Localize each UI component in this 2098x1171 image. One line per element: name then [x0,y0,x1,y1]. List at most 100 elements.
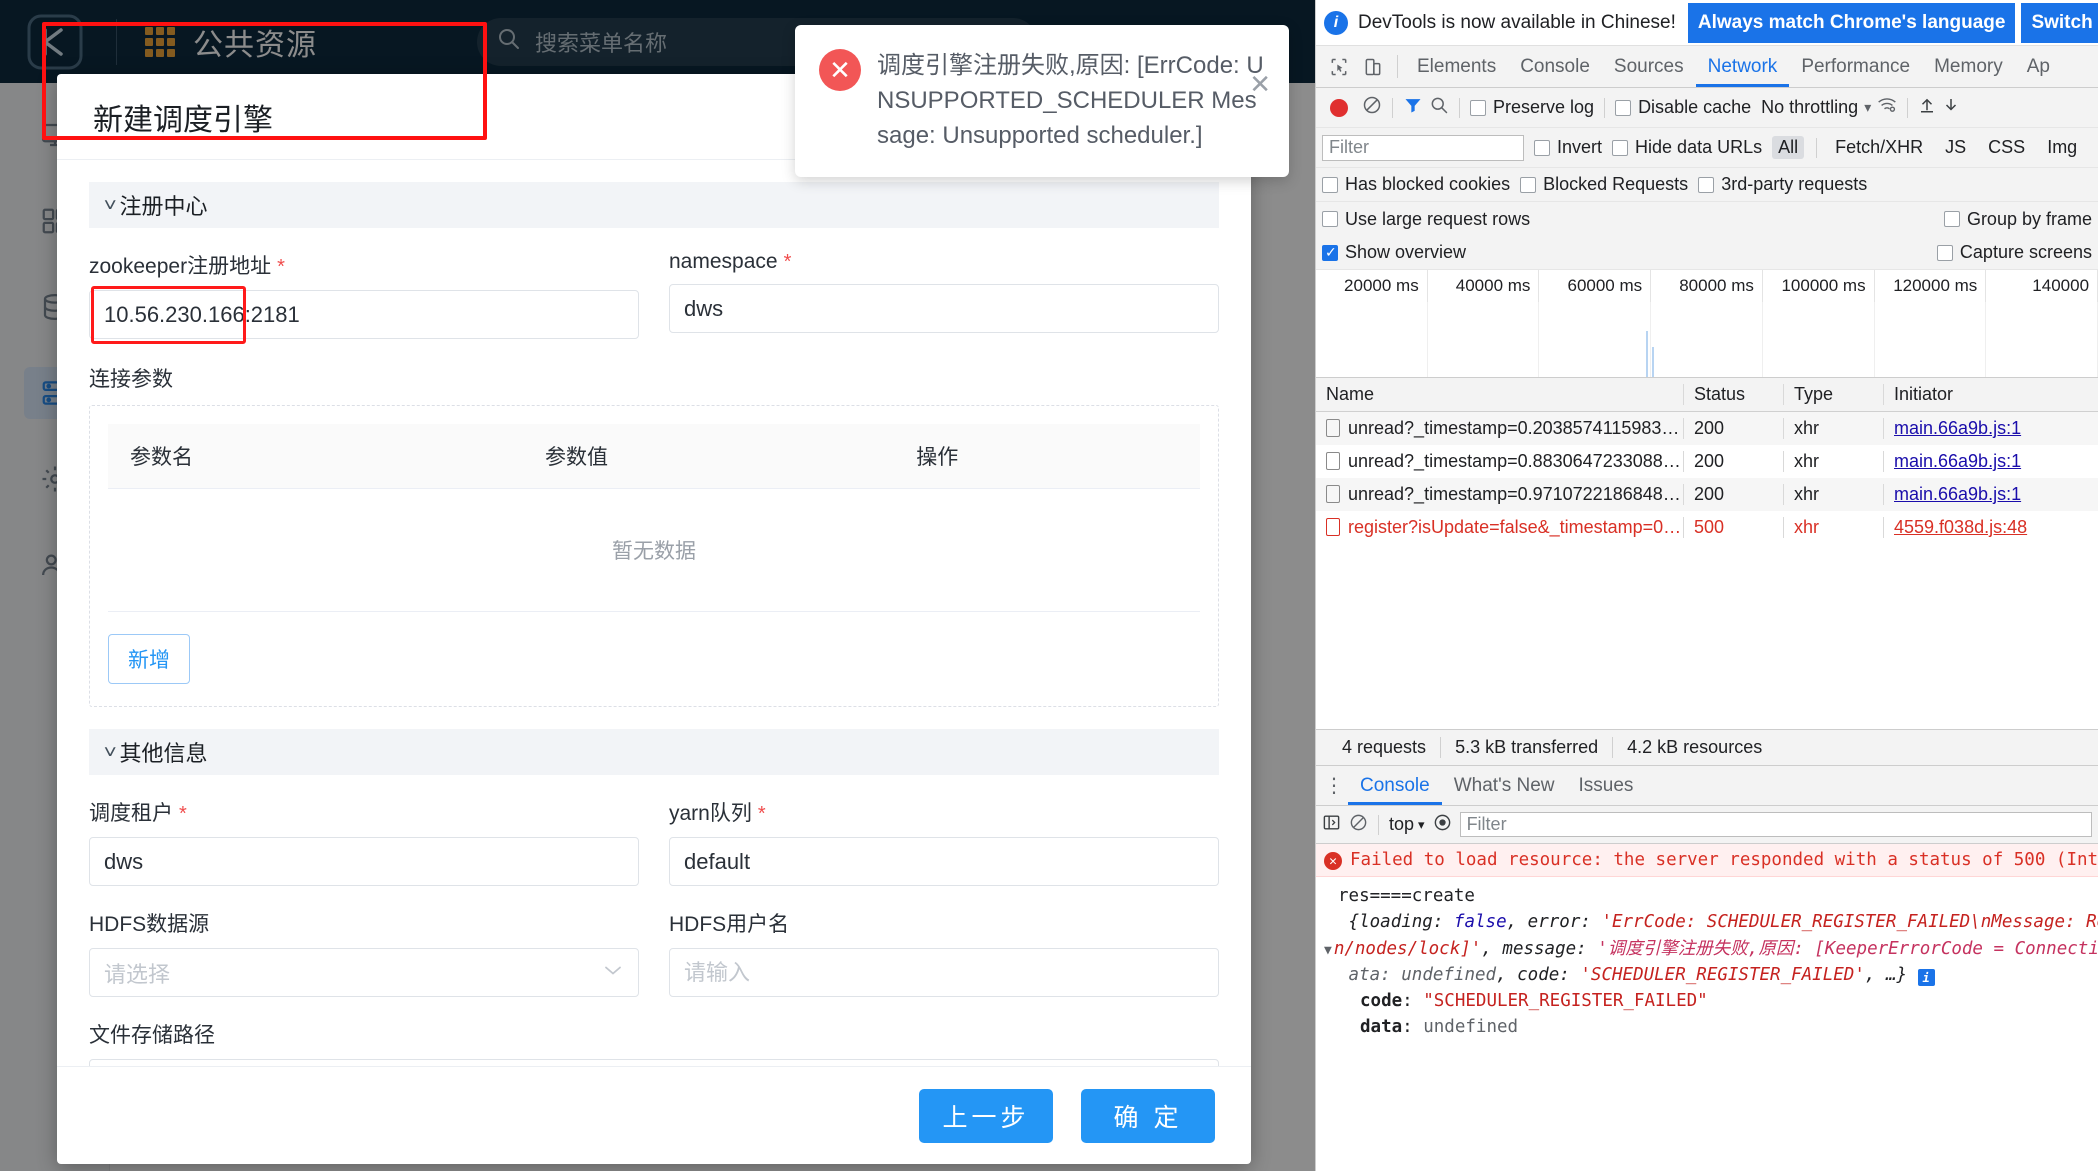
always-match-language-button[interactable]: Always match Chrome's language [1687,2,2016,43]
col-header-status[interactable]: Status [1684,384,1784,405]
log-line-6: data: undefined [1360,1017,1519,1038]
hdfs-user-input[interactable] [669,948,1219,997]
previous-step-button[interactable]: 上一步 [919,1088,1053,1143]
hdfs-datasource-select[interactable]: 请选择 [89,948,639,997]
chevron-down-icon[interactable]: ▾ [1864,99,1871,116]
tenant-input[interactable] [89,837,639,886]
log-l6-key: data [1360,1017,1403,1038]
namespace-input[interactable] [669,284,1219,333]
drawer-tab-console[interactable]: Console [1348,766,1442,805]
tab-elements[interactable]: Elements [1405,46,1508,87]
section-header-other[interactable]: ˅ 其他信息 [89,729,1219,775]
console-filter-input[interactable] [1459,812,2092,837]
close-icon[interactable]: ✕ [1249,71,1271,97]
network-filter-input[interactable] [1322,134,1524,161]
hdfs-datasource-select-wrap: 请选择 [89,948,639,997]
inspect-cursor-icon[interactable] [1322,46,1356,87]
label-hdfs-user: HDFS用户名 [669,913,790,936]
col-header-type[interactable]: Type [1784,384,1884,405]
network-overview-timeline[interactable]: 20000 ms 40000 ms 60000 ms 80000 ms 1000… [1316,270,2098,378]
group-by-frame-checkbox[interactable]: Group by frame [1943,209,2092,230]
switch-devtools-language-button[interactable]: Switch DevTools t [2021,2,2098,43]
devtools-pane: i DevTools is now available in Chinese! … [1315,0,2098,1171]
use-large-rows-checkbox[interactable]: Use large request rows [1322,209,1530,230]
has-blocked-cookies-checkbox[interactable]: Has blocked cookies [1322,174,1510,195]
filter-icon[interactable] [1403,95,1423,120]
params-title: 连接参数 [89,368,173,391]
expand-triangle-icon[interactable]: ▼ [1324,941,1332,961]
invert-checkbox[interactable]: Invert [1534,137,1602,158]
transferred-size: 5.3 kB transferred [1441,737,1614,758]
col-param-name: 参数名 [108,424,523,489]
capture-screenshots-checkbox[interactable]: Capture screens [1936,242,2092,263]
network-display-options-1: Use large request rows Group by frame [1316,202,2098,236]
filter-type-js[interactable]: JS [1939,136,1972,159]
record-icon[interactable] [1330,98,1348,117]
clear-icon[interactable] [1362,95,1382,120]
table-row[interactable]: unread?_timestamp=0.97107221868488… 200 … [1316,478,2098,511]
confirm-button[interactable]: 确 定 [1081,1088,1215,1143]
required-marker: * [783,251,792,273]
table-row[interactable]: unread?_timestamp=0.88306472330887… 200 … [1316,445,2098,478]
overview-tick: 120000 ms [1875,270,1987,302]
console-log-entry[interactable]: res====create {loading: false, error: 'E… [1316,877,2098,1041]
preserve-log-label: Preserve log [1493,97,1595,117]
more-options-icon[interactable]: ⋮ [1320,766,1348,805]
blocked-requests-checkbox[interactable]: Blocked Requests [1520,174,1688,195]
device-toggle-icon[interactable] [1356,46,1390,87]
network-conditions-icon[interactable] [1877,95,1897,120]
zookeeper-address-input[interactable] [89,290,639,339]
preserve-log-checkbox[interactable]: Preserve log [1470,97,1594,118]
section-label-registry: 注册中心 [119,194,208,219]
live-expression-icon[interactable] [1433,813,1452,837]
request-initiator[interactable]: main.66a9b.js:1 [1884,484,2098,505]
filter-type-css[interactable]: CSS [1982,136,2031,159]
request-status: 500 [1684,517,1784,538]
third-party-requests-checkbox[interactable]: 3rd-party requests [1698,174,1867,195]
tab-performance[interactable]: Performance [1789,46,1922,87]
tab-console[interactable]: Console [1508,46,1602,87]
filter-type-img[interactable]: Img [2041,136,2083,159]
overview-tick: 140000 [1986,270,2098,302]
toolbar-divider-2 [1459,97,1460,118]
dialog-title: 新建调度引擎 [93,103,273,137]
import-har-icon[interactable] [1918,95,1936,120]
request-initiator[interactable]: 4559.f038d.js:48 [1884,517,2098,538]
console-sidebar-icon[interactable] [1322,813,1341,837]
drawer-tab-issues[interactable]: Issues [1566,766,1645,805]
params-table-header-row: 参数名 参数值 操作 [108,424,1200,489]
yarn-queue-input[interactable] [669,837,1219,886]
tab-memory[interactable]: Memory [1922,46,2015,87]
clear-console-icon[interactable] [1349,813,1368,837]
console-context-selector[interactable]: top ▾ [1389,814,1425,835]
tabbar-divider [1397,55,1398,78]
add-param-button[interactable]: 新增 [108,634,190,684]
drawer-tab-whats-new[interactable]: What's New [1442,766,1567,805]
request-initiator[interactable]: main.66a9b.js:1 [1884,451,2098,472]
tab-application[interactable]: Ap [2015,46,2062,87]
request-status: 200 [1684,451,1784,472]
show-overview-checkbox[interactable]: Show overview [1322,242,1466,263]
request-status: 200 [1684,484,1784,505]
filter-type-all[interactable]: All [1772,136,1805,159]
disable-cache-checkbox[interactable]: Disable cache [1615,97,1751,118]
file-path-input[interactable] [89,1059,1219,1066]
tab-sources[interactable]: Sources [1602,46,1696,87]
throttling-select[interactable]: No throttling [1761,97,1858,118]
section-header-registry[interactable]: ˅ 注册中心 [89,182,1219,228]
label-file-path: 文件存储路径 [89,1024,215,1047]
console-error-row[interactable]: ✕ Failed to load resource: the server re… [1316,844,2098,877]
search-icon[interactable] [1429,95,1449,120]
tab-network[interactable]: Network [1696,46,1790,87]
hide-data-urls-checkbox[interactable]: Hide data URLs [1612,137,1762,158]
col-header-initiator[interactable]: Initiator [1884,384,2098,405]
overview-grid [1316,302,2098,377]
filter-type-fetch-xhr[interactable]: Fetch/XHR [1829,136,1929,159]
request-initiator[interactable]: main.66a9b.js:1 [1884,418,2098,439]
export-har-icon[interactable] [1942,95,1960,120]
table-row[interactable]: register?isUpdate=false&_timestamp=0.… 5… [1316,511,2098,544]
col-header-name[interactable]: Name [1316,384,1684,405]
info-icon[interactable]: i [1917,969,1935,987]
table-row[interactable]: unread?_timestamp=0.20385741159836… 200 … [1316,412,2098,445]
log-line-2: {loading: false, error: 'ErrCode: SCHEDU… [1338,909,2098,935]
